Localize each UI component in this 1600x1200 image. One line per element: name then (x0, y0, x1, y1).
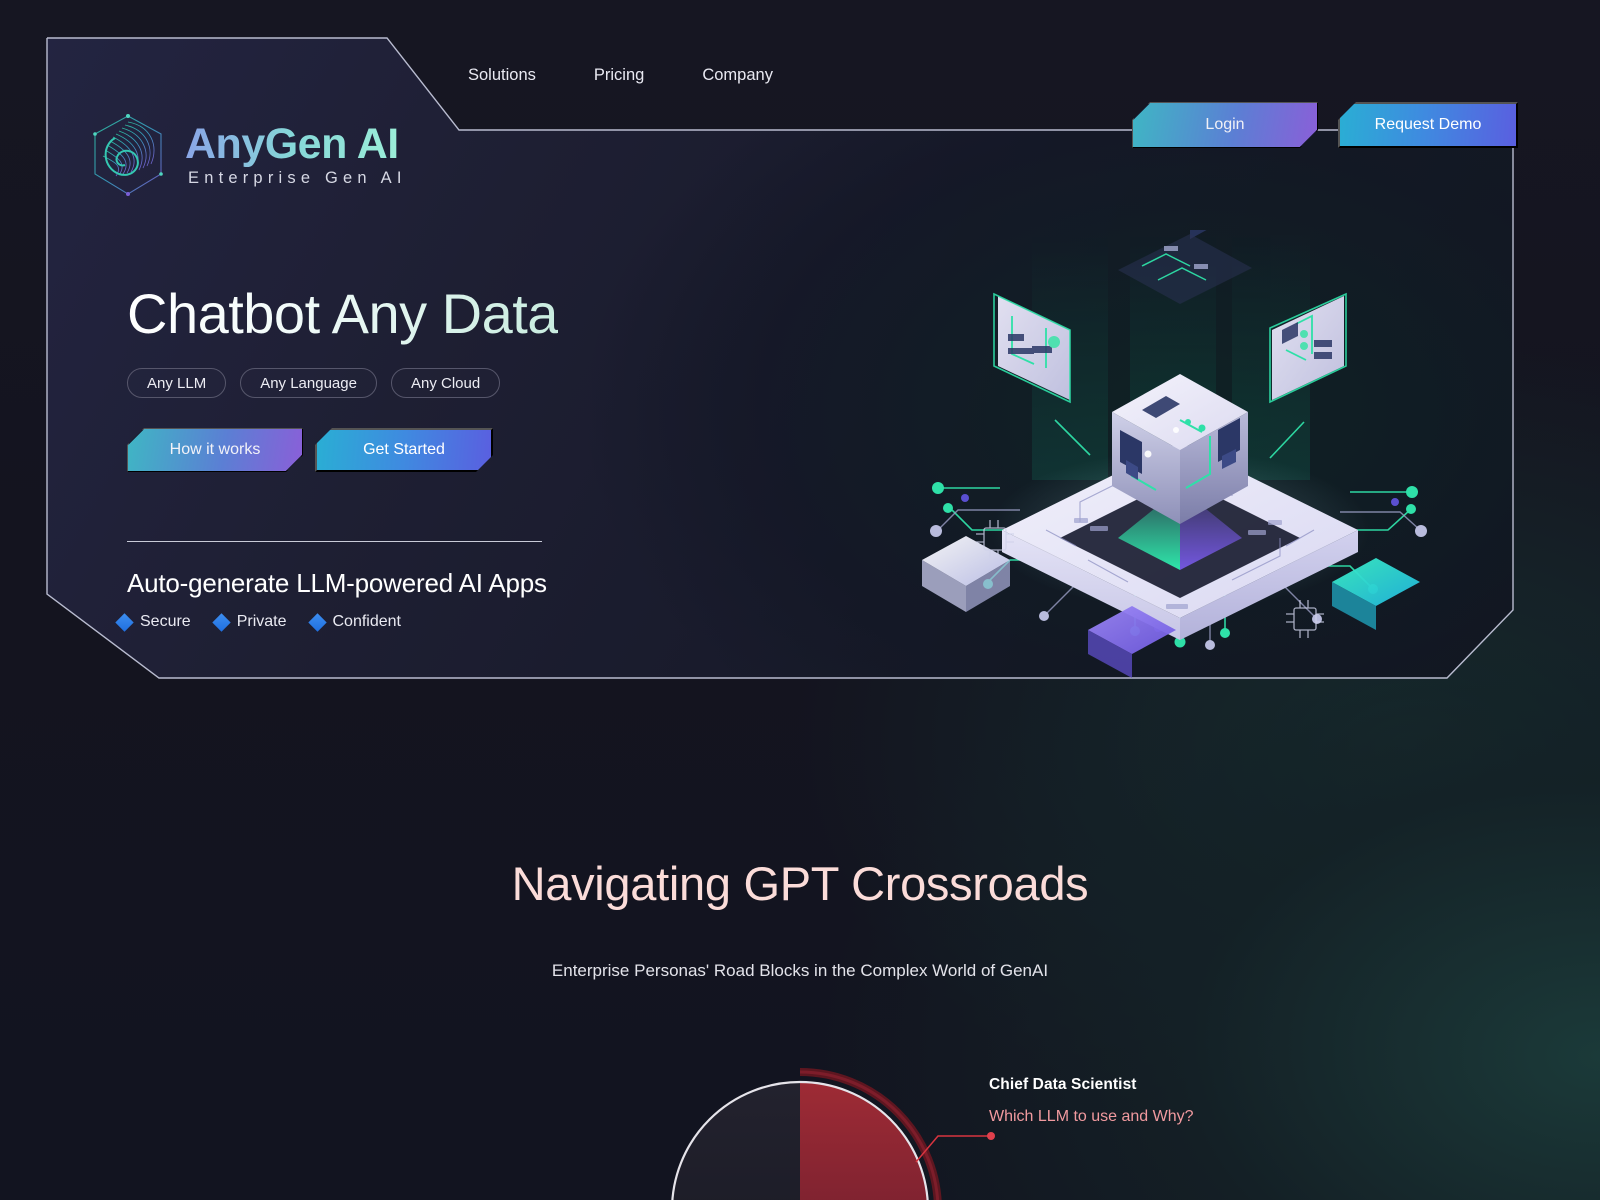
isometric-ai-chip-illustration (880, 220, 1480, 680)
section-title: Navigating GPT Crossroads (511, 857, 1089, 910)
feature-secure: Secure (115, 612, 191, 632)
section-subtitle: Enterprise Personas' Road Blocks in the … (551, 961, 1049, 980)
persona-annotation: Chief Data Scientist Which LLM to use an… (989, 1076, 1249, 1128)
nav-item-solutions[interactable]: Solutions (468, 66, 536, 85)
hero-divider (127, 541, 542, 542)
pill-any-cloud[interactable]: Any Cloud (390, 368, 501, 398)
hero-pill-row: Any LLM Any Language Any Cloud (127, 368, 501, 398)
nav-item-company[interactable]: Company (702, 66, 773, 85)
login-button-wrapper: Login (1132, 102, 1318, 148)
hexagon-spiral-logo-icon (85, 112, 171, 198)
diamond-icon (212, 612, 231, 632)
get-started-button[interactable]: Get Started (315, 428, 493, 472)
brand-logo[interactable]: AnyGen AI Enterprise Gen AI (85, 112, 407, 198)
brand-name: AnyGen AI (185, 122, 407, 167)
header-actions: Login Request Demo (1132, 102, 1518, 148)
hero-headline: Chatbot Any Data (127, 282, 558, 345)
hero-cta-row: How it works Get Started (127, 428, 493, 472)
hero-feature-list: Secure Private Confident (115, 612, 415, 632)
feature-label-private: Private (236, 613, 287, 630)
feature-confident: Confident (307, 612, 402, 632)
diamond-icon (115, 612, 134, 632)
pill-any-llm[interactable]: Any LLM (127, 368, 227, 398)
diamond-icon (307, 612, 327, 632)
feature-label-confident: Confident (332, 613, 402, 630)
hero-subheadline: Auto-generate LLM-powered AI Apps (127, 568, 547, 598)
feature-private: Private (212, 612, 287, 632)
feature-label-secure: Secure (140, 613, 191, 630)
persona-title: Chief Data Scientist (989, 1076, 1137, 1093)
main-navigation: Solutions Pricing Company (468, 66, 773, 85)
login-button[interactable]: Login (1132, 102, 1318, 148)
brand-tagline: Enterprise Gen AI (188, 168, 407, 187)
nav-item-pricing[interactable]: Pricing (594, 66, 644, 85)
request-demo-button[interactable]: Request Demo (1338, 102, 1518, 148)
persona-question: Which LLM to use and Why? (989, 1108, 1194, 1125)
pill-any-language[interactable]: Any Language (240, 368, 377, 398)
how-it-works-button[interactable]: How it works (127, 428, 303, 472)
